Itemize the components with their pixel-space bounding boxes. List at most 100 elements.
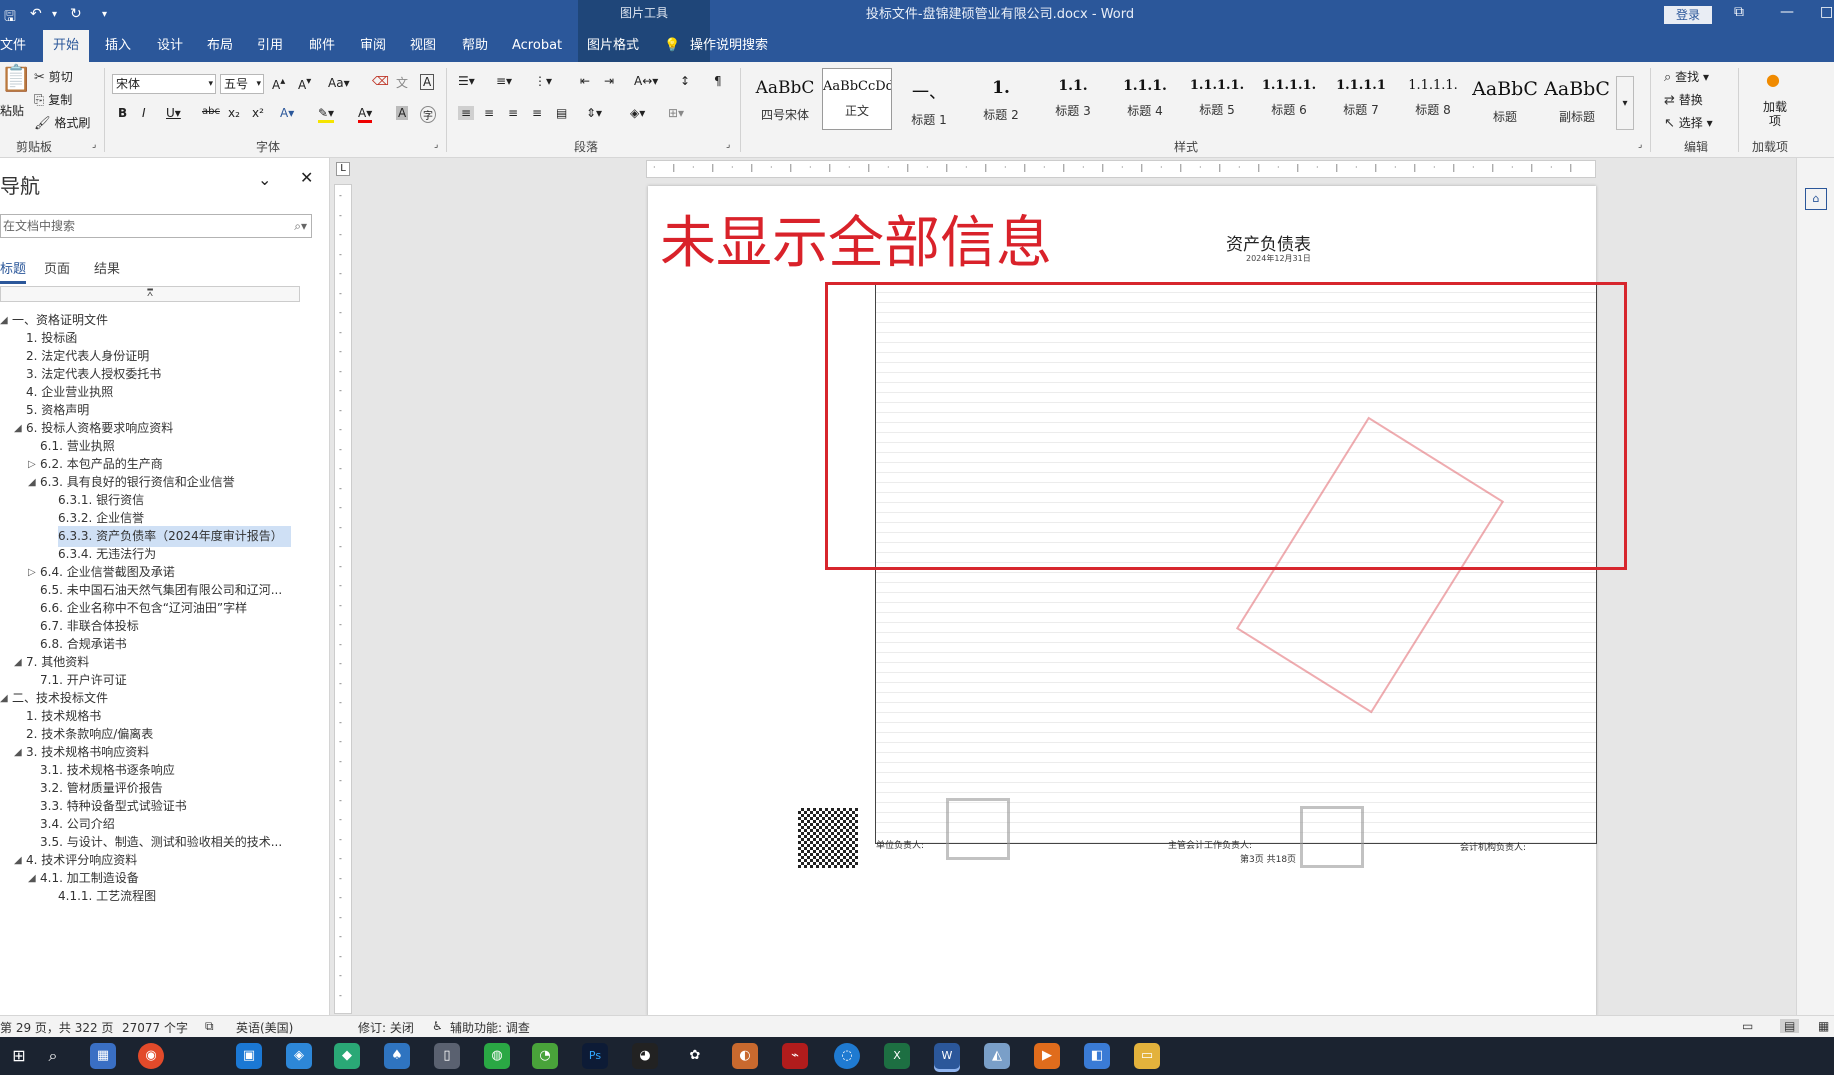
print-layout-icon[interactable]: ▤ — [1780, 1019, 1800, 1033]
nav-tab-results[interactable]: 结果 — [94, 258, 120, 277]
chrome-icon[interactable]: ◉ — [138, 1043, 164, 1069]
show-marks-icon[interactable]: ¶ — [714, 74, 722, 88]
font-color-icon[interactable]: A▾ — [358, 106, 373, 123]
redo-icon[interactable]: ↻ — [70, 6, 82, 22]
tab-insert[interactable]: 插入 — [105, 30, 131, 62]
align-left-icon[interactable]: ≡ — [458, 106, 475, 120]
find-button[interactable]: ⌕ 查找 ▾ — [1664, 68, 1709, 85]
qq-icon[interactable]: ◕ — [632, 1043, 658, 1069]
app-icon[interactable]: ◔ — [532, 1043, 558, 1069]
styles-launcher-icon[interactable]: ⌟ — [1638, 140, 1642, 150]
vertical-ruler[interactable]: - - - - - - - - - - - - - - - - - - - - - - - - - - - - - - - - - - - - - - - -… — [334, 184, 352, 1014]
style-item[interactable]: 1. 标题 2 — [966, 68, 1036, 130]
increase-indent-icon[interactable]: ⇥ — [604, 74, 614, 88]
copy-button[interactable]: ⎘ 复制 — [34, 91, 72, 108]
store-icon[interactable]: ◆ — [334, 1043, 360, 1069]
clipboard-launcher-icon[interactable]: ⌟ — [92, 140, 96, 150]
paragraph-launcher-icon[interactable]: ⌟ — [726, 140, 730, 150]
styles-more-icon[interactable]: ▾ — [1616, 76, 1634, 130]
justify-icon[interactable]: ≡ — [532, 106, 542, 120]
font-name-combo[interactable]: 宋体 ▾ — [112, 74, 216, 94]
tab-layout[interactable]: 布局 — [207, 30, 233, 62]
bullets-icon[interactable]: ☰▾ — [458, 74, 475, 88]
app-icon[interactable]: ♠ — [384, 1043, 410, 1069]
style-item-selected[interactable]: AaBbCcDd 正文 — [822, 68, 892, 130]
app-icon[interactable]: ◧ — [1084, 1043, 1110, 1069]
tab-mailings[interactable]: 邮件 — [309, 30, 335, 62]
font-size-combo[interactable]: 五号 ▾ — [220, 74, 264, 94]
maximize-icon[interactable]: □ — [1820, 4, 1833, 20]
nav-tab-pages[interactable]: 页面 — [44, 258, 70, 277]
windows-start-icon[interactable]: ⊞ — [6, 1043, 32, 1069]
read-mode-icon[interactable]: ▭ — [1742, 1019, 1753, 1033]
replace-button[interactable]: ⇄ 替换 — [1664, 91, 1703, 108]
edge-icon[interactable]: ◌ — [834, 1043, 860, 1069]
task-view-icon[interactable]: ▣ — [236, 1043, 262, 1069]
style-item[interactable]: 1.1.1.1. 标题 8 — [1398, 68, 1468, 130]
app-icon[interactable]: ◭ — [984, 1043, 1010, 1069]
tab-design[interactable]: 设计 — [157, 30, 183, 62]
tree-expand-icon[interactable]: ◢ — [14, 652, 22, 673]
page-count[interactable]: 第 29 页，共 322 页 — [0, 1019, 113, 1036]
align-center-icon[interactable]: ≡ — [484, 106, 494, 120]
nav-heading-item[interactable]: 4.1.1. 工艺流程图 — [58, 886, 156, 907]
app-icon[interactable]: ◐ — [732, 1043, 758, 1069]
format-painter-button[interactable]: 🖌 格式刷 — [34, 114, 90, 131]
decrease-indent-icon[interactable]: ⇤ — [580, 74, 590, 88]
paste-button[interactable]: 粘贴 — [0, 102, 24, 119]
subscript-icon[interactable]: x₂ — [228, 106, 240, 120]
search-icon[interactable]: ⌕ — [40, 1043, 66, 1069]
select-button[interactable]: ↖ 选择 ▾ — [1664, 114, 1713, 131]
tree-expand-icon[interactable]: ◢ — [14, 742, 22, 763]
addins-button[interactable]: 加载项 — [1760, 100, 1790, 128]
tree-expand-icon[interactable]: ◢ — [14, 850, 22, 871]
horizontal-ruler[interactable]: · | · | · | · | · | · | · | · | · | · | · | · | · | · | · | · | · | · | · | · |… — [646, 160, 1596, 178]
shading-icon[interactable]: ◈▾ — [630, 106, 645, 120]
bold-icon[interactable]: B — [118, 106, 127, 120]
cut-button[interactable]: ✂ 剪切 — [34, 68, 73, 85]
addins-icon[interactable]: ● — [1766, 70, 1780, 89]
photoshop-icon[interactable]: Ps — [582, 1043, 608, 1069]
nav-search-input[interactable]: 在文档中搜索 ⌕▾ — [0, 214, 312, 238]
acrobat-icon[interactable]: ⌁ — [782, 1043, 808, 1069]
close-icon[interactable]: ✕ — [300, 168, 313, 187]
language-status[interactable]: 英语(美国) — [236, 1019, 293, 1036]
style-item[interactable]: AaBbC 标题 — [1470, 68, 1540, 130]
char-shading-icon[interactable]: A — [396, 106, 409, 120]
app-icon[interactable]: ▶ — [1034, 1043, 1060, 1069]
tree-expand-icon[interactable]: ▷ — [28, 562, 36, 583]
shrink-font-icon[interactable]: A▾ — [298, 76, 311, 92]
char-border-icon[interactable]: A — [420, 74, 435, 90]
style-item[interactable]: AaBbC 四号宋体 — [750, 68, 820, 130]
style-item[interactable]: AaBbC 副标题 — [1542, 68, 1612, 130]
file-explorer-icon[interactable]: ▭ — [1134, 1043, 1160, 1069]
tab-file[interactable]: 文件 — [0, 30, 26, 62]
tree-expand-icon[interactable]: ◢ — [14, 418, 22, 439]
font-launcher-icon[interactable]: ⌟ — [434, 140, 438, 150]
multilevel-list-icon[interactable]: ⋮▾ — [534, 74, 552, 88]
style-item[interactable]: 一、 标题 1 — [894, 68, 964, 130]
wechat-icon[interactable]: ◍ — [484, 1043, 510, 1069]
highlight-icon[interactable]: ✎▾ — [318, 106, 335, 123]
tab-selector-icon[interactable]: L — [336, 162, 350, 176]
nav-options-icon[interactable]: ⌄ — [258, 170, 271, 189]
customize-qat-icon[interactable]: ▾ — [102, 9, 107, 20]
minimize-icon[interactable]: — — [1780, 4, 1794, 20]
calculator-icon[interactable]: ▦ — [90, 1043, 116, 1069]
tree-expand-icon[interactable]: ◢ — [0, 688, 8, 709]
style-item[interactable]: 1.1. 标题 3 — [1038, 68, 1108, 130]
line-spacing-icon[interactable]: ⇕▾ — [586, 106, 602, 120]
numbering-icon[interactable]: ≡▾ — [496, 74, 512, 88]
side-panel-icon[interactable]: ⌂ — [1805, 188, 1827, 210]
undo-dropdown-icon[interactable]: ▾ — [52, 9, 57, 20]
style-item[interactable]: 1.1.1.1. 标题 6 — [1254, 68, 1324, 130]
borders-icon[interactable]: ⊞▾ — [668, 106, 684, 120]
tree-expand-icon[interactable]: ◢ — [0, 310, 8, 331]
change-case-icon[interactable]: Aa▾ — [328, 76, 350, 90]
strikethrough-icon[interactable]: abc — [202, 106, 220, 117]
tree-expand-icon[interactable]: ◢ — [28, 868, 36, 889]
sort-icon[interactable]: ↕ — [680, 74, 690, 88]
browser-icon[interactable]: ◈ — [286, 1043, 312, 1069]
tell-me-search[interactable]: 操作说明搜索 — [690, 30, 768, 62]
distribute-icon[interactable]: ▤ — [556, 106, 567, 120]
